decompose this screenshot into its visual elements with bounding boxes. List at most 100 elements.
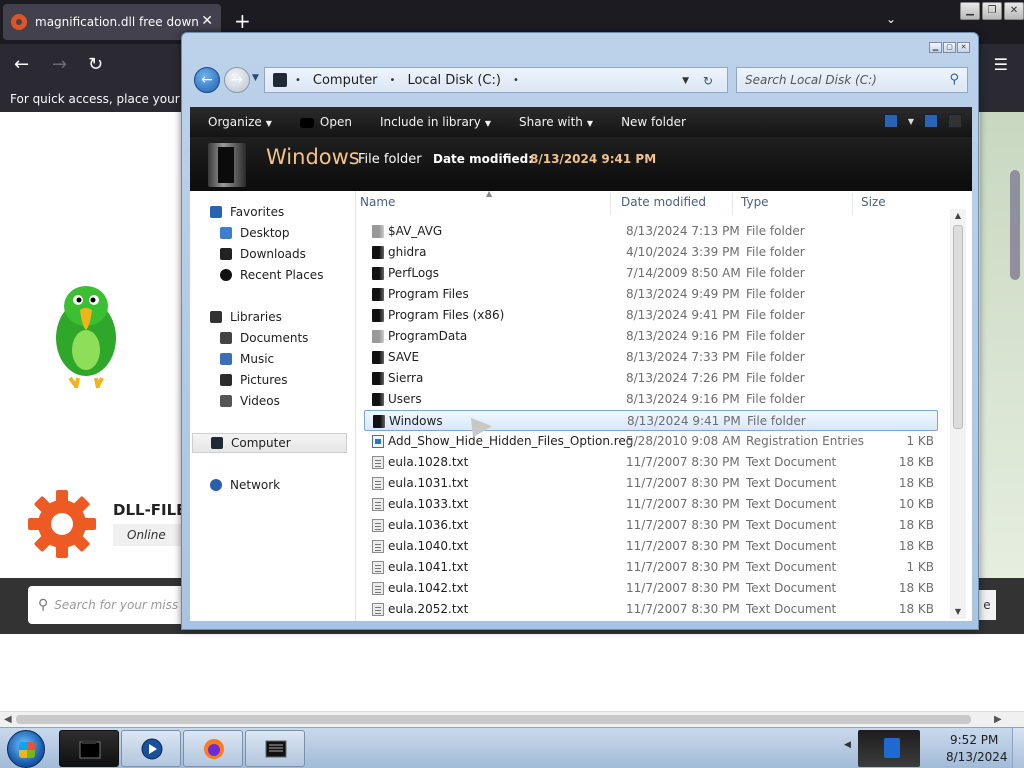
- new-tab-button[interactable]: +: [234, 9, 251, 33]
- file-row[interactable]: Add_Show_Hide_Hidden_Files_Option.reg 5/2…: [364, 431, 938, 452]
- show-desktop-button[interactable]: [1012, 728, 1024, 768]
- horizontal-scroll-thumb[interactable]: [16, 715, 971, 724]
- close-button[interactable]: ✕: [1004, 2, 1024, 20]
- taskbar-explorer-app[interactable]: [59, 730, 119, 767]
- include-label: Include in library: [379, 115, 481, 129]
- taskbar-terminal-app[interactable]: [245, 730, 305, 767]
- file-row[interactable]: eula.1036.txt 11/7/2007 8:30 PM Text Docum…: [364, 515, 938, 536]
- taskbar-media-player-app[interactable]: [121, 730, 181, 767]
- nav-network[interactable]: Network: [210, 475, 370, 495]
- breadcrumb-local-disk[interactable]: Local Disk (C:): [403, 73, 504, 88]
- view-dropdown-icon[interactable]: ▼: [908, 117, 914, 126]
- explorer-maximize-button[interactable]: ▢: [943, 42, 956, 53]
- breadcrumb-separator[interactable]: •: [513, 75, 519, 86]
- file-row[interactable]: PerfLogs 7/14/2009 8:50 AM File folder: [364, 263, 938, 284]
- nav-favorites[interactable]: Favorites: [210, 202, 370, 222]
- file-row[interactable]: eula.1042.txt 11/7/2007 8:30 PM Text Docum…: [364, 578, 938, 599]
- file-date: 5/28/2010 9:08 AM: [626, 434, 741, 448]
- column-divider[interactable]: [610, 193, 611, 215]
- nav-videos-label: Videos: [240, 394, 280, 408]
- restore-button[interactable]: ❐: [982, 2, 1002, 20]
- new-folder-button[interactable]: New folder: [621, 115, 686, 129]
- file-row[interactable]: $AV_AVG 8/13/2024 7:13 PM File folder: [364, 221, 938, 242]
- file-row[interactable]: Sierra 8/13/2024 7:26 PM File folder: [364, 368, 938, 389]
- scroll-right-icon[interactable]: ▶: [994, 712, 1002, 728]
- page-horizontal-scrollbar[interactable]: ◀ ▶: [0, 711, 1024, 727]
- refresh-icon[interactable]: ↻: [703, 74, 713, 88]
- address-bar[interactable]: • Computer • Local Disk (C:) • ▼ ↻: [264, 67, 728, 93]
- file-row[interactable]: eula.1031.txt 11/7/2007 8:30 PM Text Docum…: [364, 473, 938, 494]
- help-icon[interactable]: [948, 114, 962, 128]
- explorer-close-button[interactable]: ✕: [957, 42, 970, 53]
- breadcrumb-separator[interactable]: •: [295, 75, 301, 86]
- explorer-forward-button[interactable]: →: [224, 67, 250, 93]
- nav-libraries-label: Libraries: [230, 310, 282, 324]
- file-name: eula.1040.txt: [388, 539, 469, 553]
- command-bar: Organize ▼ Open Include in library ▼ Share…: [190, 107, 972, 137]
- file-type: File folder: [746, 224, 805, 238]
- column-divider[interactable]: [852, 193, 853, 215]
- column-header-type[interactable]: Type: [741, 195, 769, 209]
- file-row[interactable]: eula.1041.txt 11/7/2007 8:30 PM Text Docum…: [364, 557, 938, 578]
- tray-network-icon[interactable]: [858, 730, 920, 767]
- preview-pane-icon[interactable]: [924, 114, 938, 128]
- tab-close-icon[interactable]: ✕: [201, 13, 213, 29]
- file-row[interactable]: eula.1033.txt 11/7/2007 8:30 PM Text Docum…: [364, 494, 938, 515]
- nav-computer[interactable]: Computer: [192, 433, 347, 453]
- back-button[interactable]: ←: [14, 54, 29, 75]
- explorer-back-button[interactable]: ←: [194, 67, 220, 93]
- share-with-menu[interactable]: Share with ▼: [519, 115, 593, 129]
- show-hidden-icons-button[interactable]: ◀: [844, 740, 851, 750]
- clock-time[interactable]: 9:52 PM: [950, 733, 998, 747]
- start-button[interactable]: [7, 730, 45, 768]
- nav-libraries[interactable]: Libraries: [210, 307, 370, 327]
- folder-icon: [373, 415, 385, 428]
- file-type: File folder: [746, 350, 805, 364]
- scroll-down-icon[interactable]: ▼: [950, 605, 966, 619]
- tab-list-chevron-icon[interactable]: ⌄: [886, 12, 896, 26]
- organize-menu[interactable]: Organize ▼: [208, 115, 272, 129]
- explorer-search-input[interactable]: Search Local Disk (C:) ⚲: [736, 67, 968, 93]
- file-row[interactable]: Windows 8/13/2024 9:41 PM File folder: [364, 410, 938, 431]
- file-row[interactable]: eula.2052.txt 11/7/2007 8:30 PM Text Docum…: [364, 599, 938, 620]
- column-divider[interactable]: [732, 193, 733, 215]
- file-date: 8/13/2024 9:41 PM: [626, 308, 740, 322]
- breadcrumb-separator[interactable]: •: [390, 75, 396, 86]
- vertical-scroll-thumb[interactable]: [953, 225, 963, 429]
- file-row[interactable]: Users 8/13/2024 9:16 PM File folder: [364, 389, 938, 410]
- libraries-icon: [210, 311, 222, 323]
- folder-icon: [372, 267, 384, 280]
- scroll-left-icon[interactable]: ◀: [4, 712, 12, 728]
- column-header-name[interactable]: Name: [360, 195, 395, 209]
- file-row[interactable]: Program Files (x86) 8/13/2024 9:41 PM File…: [364, 305, 938, 326]
- page-scrollbar-thumb[interactable]: [1010, 170, 1020, 280]
- clock-date[interactable]: 8/13/2024: [946, 750, 1008, 764]
- column-header-date[interactable]: Date modified: [621, 195, 706, 209]
- reload-button[interactable]: ↻: [88, 54, 103, 75]
- minimize-button[interactable]: ▁: [960, 2, 980, 20]
- explorer-minimize-button[interactable]: ▁: [929, 42, 942, 53]
- column-header-size[interactable]: Size: [861, 195, 886, 209]
- file-row[interactable]: SAVE 8/13/2024 7:33 PM File folder: [364, 347, 938, 368]
- address-dropdown-icon[interactable]: ▼: [682, 76, 689, 86]
- file-row[interactable]: ghidra 4/10/2024 3:39 PM File folder: [364, 242, 938, 263]
- dll-search-input[interactable]: ⚲ Search for your miss: [28, 586, 188, 624]
- file-list-scrollbar[interactable]: ▲ ▼: [950, 209, 966, 619]
- recent-pages-dropdown-icon[interactable]: ▼: [252, 73, 259, 83]
- scroll-up-icon[interactable]: ▲: [950, 209, 966, 223]
- file-row[interactable]: eula.1040.txt 11/7/2007 8:30 PM Text Docum…: [364, 536, 938, 557]
- file-row[interactable]: Program Files 8/13/2024 9:49 PM File folde…: [364, 284, 938, 305]
- app-menu-icon[interactable]: ☰: [994, 55, 1008, 74]
- file-row[interactable]: eula.1028.txt 11/7/2007 8:30 PM Text Docum…: [364, 452, 938, 473]
- file-row[interactable]: ProgramData 8/13/2024 9:16 PM File folder: [364, 326, 938, 347]
- file-name: eula.1028.txt: [388, 455, 469, 469]
- details-pane: Windows File folder Date modified: 8/13/…: [190, 137, 972, 191]
- search-button[interactable]: e: [978, 590, 996, 620]
- taskbar-firefox-app[interactable]: [183, 730, 243, 767]
- include-in-library-menu[interactable]: Include in library ▼: [380, 115, 491, 129]
- open-button[interactable]: Open: [299, 115, 352, 129]
- change-view-icon[interactable]: [883, 114, 898, 128]
- breadcrumb-computer[interactable]: Computer: [309, 73, 382, 88]
- forward-button[interactable]: →: [52, 54, 67, 75]
- search-placeholder: Search for your miss: [54, 598, 179, 612]
